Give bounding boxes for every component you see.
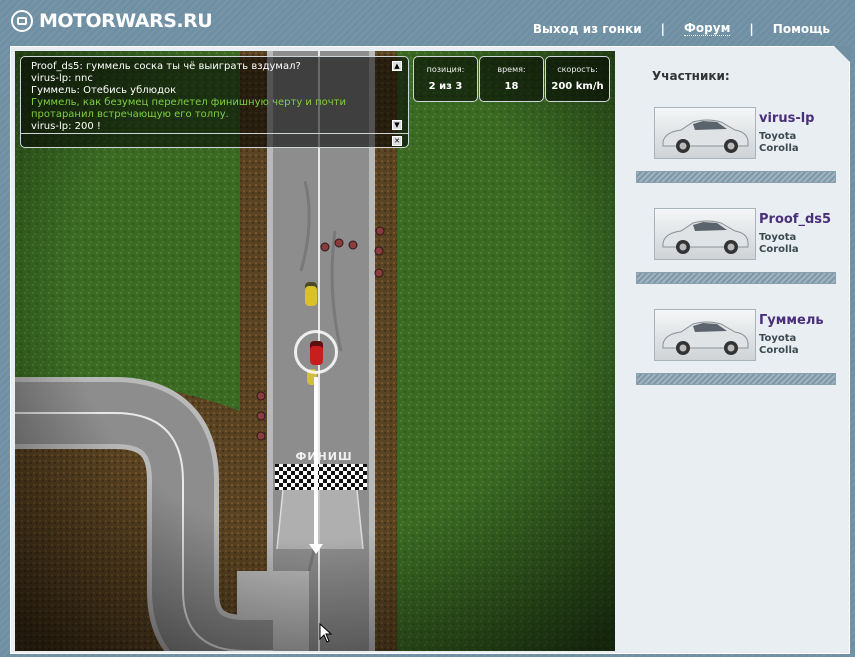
triangle-down-icon: ▼ [394,121,400,129]
arrow-head-icon [309,544,323,554]
car-model: Corolla [759,244,799,255]
chat-message: Гуммель: Отебись ублюдок [31,85,177,97]
chat-message: virus-lp: 200 ! [31,121,101,133]
chat-message: протаранил встречающую его толпу. [31,109,229,121]
car-thumbnail [654,309,756,361]
triangle-up-icon: ▲ [394,62,400,70]
header: MOTORWARS.RU Выход из гонки | Форум | По… [0,0,855,46]
forum-link[interactable]: Форум [684,21,731,36]
time-label: время: [497,65,526,74]
car-brand: Toyota [759,333,797,344]
mouse-cursor-icon [319,623,333,643]
logo-icon [11,10,33,32]
car-icon [662,119,749,153]
car-model: Corolla [759,143,799,154]
help-link[interactable]: Помощь [773,22,830,36]
exit-race-link[interactable]: Выход из гонки [533,22,642,36]
chat-message: Гуммель, как безумец перелетел финишную … [31,97,346,109]
chat-scroll-down-button[interactable]: ▼ [392,120,402,130]
speed-stat: скорость: 200 km/h [545,56,610,102]
participant-progress-bar [636,272,836,284]
participant-name[interactable]: Proof_ds5 [759,212,831,227]
chat-input[interactable] [29,136,379,147]
main-frame: ФИНИШ Proof_ds5: гуммель соска ты чё выи… [10,46,850,654]
car-thumbnail [654,208,756,260]
chat-scroll-up-button[interactable]: ▲ [392,61,402,71]
car-icon [662,321,749,355]
participants-title: Участники: [652,69,730,83]
car-model: Corolla [759,345,799,356]
chat-message: virus-lp: nnc [31,73,93,85]
participants-sidebar: Участники: virus-lp Toyota Corolla Proof… [616,51,846,651]
participant-card[interactable]: Proof_ds5 Toyota Corolla [636,208,836,286]
player-car [310,341,323,365]
car-brand: Toyota [759,131,797,142]
close-icon: ✕ [394,137,400,145]
participant-car: Toyota Corolla [759,131,799,155]
speed-value: 200 km/h [551,81,604,92]
chat-messages: Proof_ds5: гуммель соска ты чё выиграть … [31,61,386,134]
opponent-car [305,282,317,306]
logo[interactable]: MOTORWARS.RU [11,10,213,32]
nav-separator: | [749,21,754,36]
game-canvas[interactable]: ФИНИШ Proof_ds5: гуммель соска ты чё выи… [15,51,615,651]
car-thumbnail [654,107,756,159]
car-icon [662,220,749,254]
chat-divider [21,133,408,134]
participant-name[interactable]: virus-lp [759,111,815,126]
time-stat: время: 18 [479,56,544,102]
participant-car: Toyota Corolla [759,232,799,256]
position-stat: позиция: 2 из 3 [413,56,478,102]
nav-separator: | [660,21,666,36]
finish-label: ФИНИШ [295,450,353,463]
participant-name[interactable]: Гуммель [759,313,824,328]
direction-arrow [314,377,318,545]
chat-close-button[interactable]: ✕ [392,136,402,146]
logo-text: MOTORWARS.RU [39,10,213,32]
position-label: позиция: [426,65,465,74]
car-brand: Toyota [759,232,797,243]
chat-panel: Proof_ds5: гуммель соска ты чё выиграть … [20,56,409,148]
participant-card[interactable]: Гуммель Toyota Corolla [636,309,836,387]
chat-message: Proof_ds5: гуммель соска ты чё выиграть … [31,61,301,72]
time-value: 18 [504,81,519,92]
participant-car: Toyota Corolla [759,333,799,357]
participant-card[interactable]: virus-lp Toyota Corolla [636,107,836,185]
position-value: 2 из 3 [428,81,463,92]
participant-progress-bar [636,171,836,183]
participant-progress-bar [636,373,836,385]
speed-label: скорость: [557,65,598,74]
top-nav: Выход из гонки | Форум | Помощь [533,21,830,36]
